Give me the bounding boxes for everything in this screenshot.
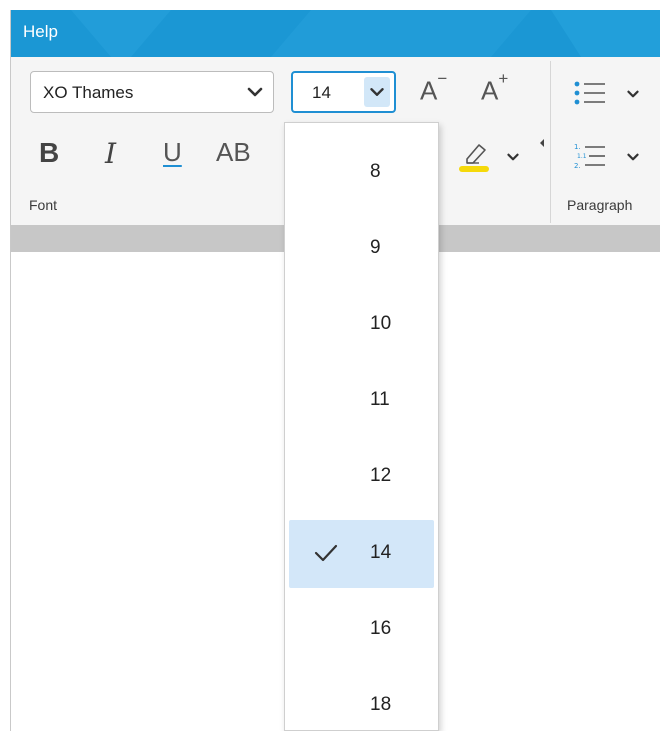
font-size-option-label: 9: [370, 237, 381, 258]
menu-bar: Help: [11, 10, 660, 57]
chevron-down-icon[interactable]: [624, 85, 642, 103]
italic-button[interactable]: I: [105, 137, 116, 173]
plus-icon: +: [498, 69, 509, 88]
font-size-value: 14: [312, 83, 331, 102]
svg-text:2.: 2.: [574, 162, 581, 170]
font-size-option-label: 11: [370, 389, 390, 410]
font-size-option[interactable]: 9: [289, 215, 434, 283]
font-size-option[interactable]: 11: [289, 367, 434, 435]
minus-icon: −: [437, 69, 448, 88]
font-size-option[interactable]: 12: [289, 443, 434, 511]
font-size-option-label: 8: [370, 161, 381, 182]
menubar-decoration: [71, 10, 660, 57]
checkmark-icon: [314, 544, 338, 562]
font-size-dropdown-list: 8 9 10 11 12 14 16 18: [284, 122, 439, 731]
chevron-down-icon: [247, 87, 263, 97]
font-size-option[interactable]: 16: [289, 596, 434, 664]
font-size-option-label: 18: [370, 694, 392, 715]
increase-font-label: A: [481, 75, 499, 106]
app-window: Help XO Thames 14 A− A+ B I U AB 1. 1.1 …: [10, 10, 660, 731]
font-size-option[interactable]: 18: [289, 672, 434, 731]
font-size-option-label: 10: [370, 313, 392, 334]
font-name-select[interactable]: XO Thames: [30, 71, 274, 113]
menu-help[interactable]: Help: [23, 22, 58, 42]
all-caps-button[interactable]: AB: [216, 137, 251, 173]
svg-text:1.: 1.: [574, 143, 581, 151]
paragraph-group-label: Paragraph: [567, 197, 633, 213]
numbered-list-icon[interactable]: 1. 1.1 2.: [573, 141, 609, 171]
font-size-dropdown-button[interactable]: [364, 77, 390, 107]
ribbon-separator: [550, 61, 551, 223]
font-size-option-selected[interactable]: 14: [289, 520, 434, 588]
font-size-option-label: 14: [370, 542, 392, 563]
font-size-option[interactable]: 10: [289, 291, 434, 359]
underline-button[interactable]: U: [163, 137, 182, 173]
font-name-value: XO Thames: [43, 83, 134, 102]
decrease-font-label: A: [420, 75, 438, 106]
chevron-down-icon[interactable]: [624, 148, 642, 166]
chevron-down-icon: [370, 88, 384, 96]
font-size-option-label: 12: [370, 465, 392, 486]
font-size-option[interactable]: 8: [289, 139, 434, 207]
svg-text:1.1: 1.1: [577, 153, 587, 160]
font-group-label: Font: [29, 197, 58, 213]
increase-font-button[interactable]: A+: [481, 69, 508, 107]
caret-left-icon: [540, 139, 544, 147]
bullet-list-icon[interactable]: [573, 79, 609, 107]
highlighter-icon[interactable]: [457, 137, 493, 173]
bold-button[interactable]: B: [39, 137, 59, 173]
font-size-select[interactable]: 14: [291, 71, 396, 113]
font-size-option-label: 16: [370, 618, 392, 639]
decrease-font-button[interactable]: A−: [420, 69, 447, 107]
chevron-down-icon[interactable]: [504, 148, 522, 166]
